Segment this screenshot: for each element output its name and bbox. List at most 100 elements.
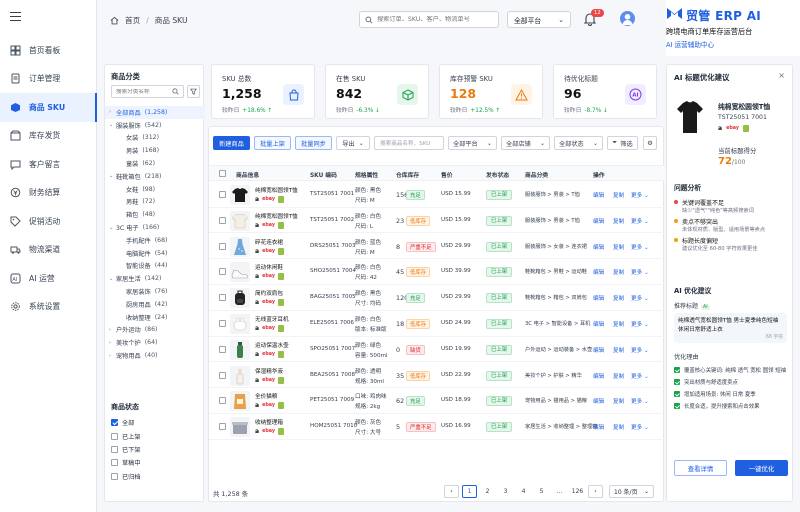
edit-link[interactable]: 编辑 xyxy=(593,243,604,251)
category-item[interactable]: 厨房用品 (42) xyxy=(105,298,205,311)
category-item[interactable]: 男装 (168) xyxy=(105,144,205,157)
status-checkbox[interactable] xyxy=(111,459,118,467)
store-filter[interactable]: 全部店铺 ⌄ xyxy=(501,136,550,150)
filter-icon[interactable] xyxy=(187,85,200,98)
copy-link[interactable]: 复制 xyxy=(613,191,624,199)
table-row[interactable]: 无线蓝牙耳机 a ebay ELE25051 7006 颜色: 白色 版本: 标准版 18 低… xyxy=(209,311,665,337)
more-link[interactable]: 更多 ⌄ xyxy=(631,397,649,405)
chevron-icon[interactable]: › xyxy=(109,340,115,346)
status-filter[interactable]: 全部状态 ⌄ xyxy=(554,136,603,150)
edit-link[interactable]: 编辑 xyxy=(593,268,604,276)
chevron-icon[interactable]: ⌄ xyxy=(109,225,115,231)
page-button[interactable]: 2 xyxy=(480,485,495,498)
status-option[interactable]: 已归档 xyxy=(111,470,141,483)
category-item[interactable]: 收纳整理 (24) xyxy=(105,311,205,324)
edit-link[interactable]: 编辑 xyxy=(593,217,604,225)
category-item[interactable]: › 宠物用品 (40) xyxy=(105,349,205,362)
chevron-icon[interactable]: › xyxy=(109,327,115,333)
edit-link[interactable]: 编辑 xyxy=(593,346,604,354)
page-button[interactable]: 4 xyxy=(516,485,531,498)
chevron-icon[interactable]: › xyxy=(109,353,115,359)
sidebar-item-4[interactable]: 客户留言 xyxy=(0,150,97,179)
table-row[interactable]: 简约双肩包 a ebay BAG25051 7005 颜色: 黑色 尺寸: 均码 120 充足… xyxy=(209,285,665,311)
row-checkbox[interactable] xyxy=(219,345,226,353)
row-checkbox[interactable] xyxy=(219,371,226,379)
table-row[interactable]: 运动休闲鞋 a ebay SHO25051 7004 颜色: 白色 尺码: 42 45 低库存… xyxy=(209,259,665,286)
status-option[interactable]: 全部 xyxy=(111,416,141,429)
copy-link[interactable]: 复制 xyxy=(613,268,624,276)
product-thumbnail[interactable] xyxy=(230,314,250,334)
category-item[interactable]: ⌄ 鞋靴箱包 (218) xyxy=(105,170,205,183)
more-link[interactable]: 更多 ⌄ xyxy=(631,191,649,199)
page-button[interactable]: 1 xyxy=(462,485,477,498)
category-item[interactable]: 男鞋 (72) xyxy=(105,196,205,209)
kpi-card[interactable]: 待优化标题 96 较昨日 -8.7% ↓ AI xyxy=(553,64,657,119)
row-checkbox[interactable] xyxy=(219,320,226,327)
table-row[interactable]: 全价猫粮 a ebay PET25051 7009 口味: 鸡肉味 规格: 2kg 62 充足… xyxy=(209,388,665,415)
filter-button[interactable]: ⏷ 筛选 xyxy=(607,136,638,150)
more-link[interactable]: 更多 ⌄ xyxy=(631,268,649,276)
category-item[interactable]: 家居装饰 (76) xyxy=(105,285,205,298)
page-button[interactable]: 3 xyxy=(498,485,513,498)
breadcrumb-home[interactable]: 首页 xyxy=(125,15,140,26)
category-item[interactable]: 女装 (312) xyxy=(105,132,205,145)
category-item[interactable]: 电脑配件 (54) xyxy=(105,247,205,260)
table-search-input[interactable]: 搜索商品名称、SKU xyxy=(374,136,444,150)
table-row[interactable]: 纯棉宽松圆领T恤 a ebay TST25051 7001 颜色: 黑色 尺码: M 156… xyxy=(209,182,665,208)
category-item[interactable]: ⌄ 家居生活 (142) xyxy=(105,272,205,285)
edit-link[interactable]: 编辑 xyxy=(593,372,604,380)
row-checkbox[interactable] xyxy=(219,191,226,198)
product-name[interactable]: 纯棉宽松圆领T恤 xyxy=(255,212,298,220)
sidebar-item-2[interactable]: 商品 SKU xyxy=(0,93,97,122)
bulk-sync-button[interactable]: 批量同步 xyxy=(295,136,332,150)
category-item[interactable]: › 美妆个护 (64) xyxy=(105,336,205,349)
copy-link[interactable]: 复制 xyxy=(613,346,624,354)
row-checkbox[interactable] xyxy=(219,423,226,431)
more-link[interactable]: 更多 ⌄ xyxy=(631,217,649,225)
row-checkbox[interactable] xyxy=(219,242,226,250)
copy-link[interactable]: 复制 xyxy=(613,243,624,251)
edit-link[interactable]: 编辑 xyxy=(593,294,604,302)
product-name[interactable]: 简约双肩包 xyxy=(255,289,283,297)
copy-link[interactable]: 复制 xyxy=(613,397,624,405)
more-link[interactable]: 更多 ⌄ xyxy=(631,320,649,328)
category-item[interactable]: › 全部商品 (1,258) xyxy=(105,106,205,119)
edit-link[interactable]: 编辑 xyxy=(593,397,604,405)
product-name[interactable]: 全价猫粮 xyxy=(255,392,277,400)
next-page-icon[interactable]: › xyxy=(588,485,603,498)
category-item[interactable]: 智能设备 (44) xyxy=(105,260,205,273)
avatar[interactable] xyxy=(620,11,635,26)
kpi-card[interactable]: 库存预警 SKU 128 较昨日 +12.5% ↑ xyxy=(439,64,543,119)
kpi-card[interactable]: 在售 SKU 842 较昨日 -6.3% ↓ xyxy=(325,64,429,119)
copy-link[interactable]: 复制 xyxy=(613,294,624,302)
status-checkbox[interactable] xyxy=(111,432,118,440)
home-icon[interactable] xyxy=(110,16,119,25)
product-thumbnail[interactable] xyxy=(230,288,250,309)
more-link[interactable]: 更多 ⌄ xyxy=(631,243,649,251)
row-checkbox[interactable] xyxy=(219,397,226,405)
sidebar-item-1[interactable]: 订单管理 xyxy=(0,65,97,94)
chevron-icon[interactable]: › xyxy=(109,109,115,115)
prev-page-icon[interactable]: ‹ xyxy=(444,485,459,498)
category-item[interactable]: 手机配件 (68) xyxy=(105,234,205,247)
product-name[interactable]: 无线蓝牙耳机 xyxy=(255,315,289,323)
bulk-publish-button[interactable]: 批量上架 xyxy=(254,136,291,150)
edit-link[interactable]: 编辑 xyxy=(593,423,604,431)
table-row[interactable]: 收纳整理箱 a ebay HOM25051 7010 颜色: 灰色 尺寸: 大号 5 严重不足… xyxy=(209,414,665,440)
product-thumbnail[interactable] xyxy=(230,365,250,386)
row-checkbox[interactable] xyxy=(219,294,226,302)
edit-link[interactable]: 编辑 xyxy=(593,320,604,328)
product-thumbnail[interactable] xyxy=(230,391,250,412)
category-search[interactable] xyxy=(111,85,184,98)
product-name[interactable]: 碎花连衣裙 xyxy=(255,238,283,246)
more-link[interactable]: 更多 ⌄ xyxy=(631,294,649,302)
copy-link[interactable]: 复制 xyxy=(613,372,624,380)
global-search-input[interactable] xyxy=(377,16,487,23)
status-checkbox[interactable] xyxy=(111,419,118,427)
status-checkbox[interactable] xyxy=(111,445,118,453)
product-thumbnail[interactable] xyxy=(230,339,250,360)
kpi-card[interactable]: SKU 总数 1,258 较昨日 +18.6% ↑ xyxy=(211,64,315,119)
page-button[interactable]: 5 xyxy=(534,485,549,498)
product-name[interactable]: 运动保温水壶 xyxy=(255,341,289,349)
sidebar-item-0[interactable]: 首页看板 xyxy=(0,36,97,65)
